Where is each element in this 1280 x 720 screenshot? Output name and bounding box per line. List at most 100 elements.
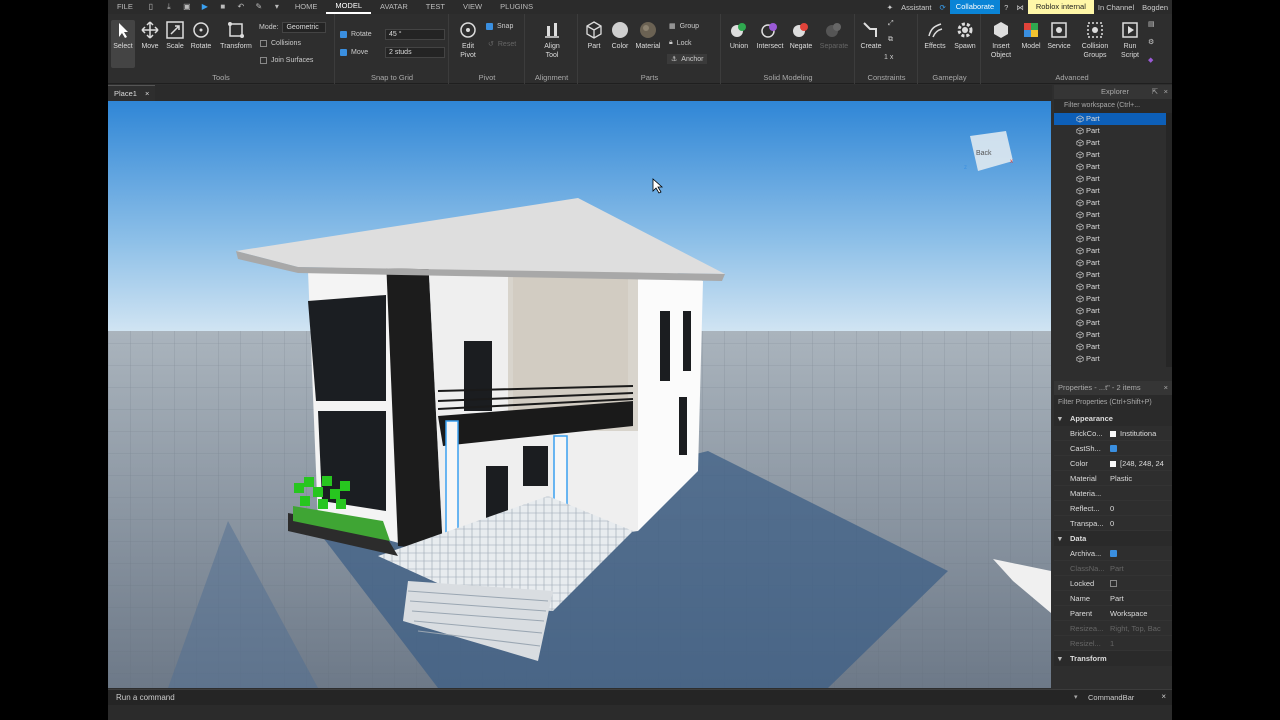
explorer-tree-item[interactable]: Part (1054, 257, 1172, 269)
property-row[interactable]: Material Plastic (1054, 471, 1172, 486)
3d-viewport[interactable]: Back x z (108, 101, 1051, 688)
channel-label[interactable]: In Channel (1094, 3, 1138, 12)
constraint-scale-value[interactable]: 1 x (884, 54, 893, 61)
effects-button[interactable]: Effects (921, 20, 949, 51)
snap-move-input[interactable]: 2 studs (385, 47, 445, 58)
pen-icon[interactable]: ✎ (254, 2, 264, 12)
property-value[interactable]: Right, Top, Bac (1106, 621, 1172, 635)
undo-icon[interactable]: ↶ (236, 2, 246, 12)
tab-avatar[interactable]: AVATAR (371, 0, 417, 14)
constraint-scale-row[interactable]: 1 x (884, 54, 893, 61)
property-row[interactable]: Resizel... 1 (1054, 636, 1172, 651)
explorer-tree-item[interactable]: Part (1054, 161, 1172, 173)
document-tab-place1[interactable]: Place1 × (108, 85, 156, 101)
explorer-tree-item[interactable]: Part (1054, 209, 1172, 221)
play-icon[interactable]: ▶ (200, 2, 210, 12)
property-row[interactable]: CastSh... (1054, 441, 1172, 456)
property-row[interactable]: Transpa... 0 (1054, 516, 1172, 531)
move-tool[interactable]: Move (137, 20, 163, 51)
snap-rotate-checkbox[interactable] (340, 31, 347, 38)
dropdown-icon[interactable]: ▾ (272, 2, 282, 12)
help-icon[interactable]: ? (1000, 3, 1012, 12)
property-value[interactable]: 0 (1106, 501, 1172, 515)
join-surfaces-row[interactable]: Join Surfaces (260, 57, 313, 64)
property-checkbox[interactable] (1110, 580, 1117, 587)
command-bar-close-icon[interactable]: × (1161, 692, 1166, 701)
property-value[interactable]: 1 (1106, 636, 1172, 650)
tab-test[interactable]: TEST (417, 0, 454, 14)
property-value[interactable] (1106, 486, 1172, 500)
explorer-tree-item[interactable]: Part (1054, 269, 1172, 281)
lock-row[interactable]: 🔒︎ Lock (669, 39, 692, 47)
property-row[interactable]: BrickCo... Institutiona (1054, 426, 1172, 441)
property-row[interactable]: Locked (1054, 576, 1172, 591)
explorer-tree-item[interactable]: Part (1054, 245, 1172, 257)
property-row[interactable]: ClassNa... Part (1054, 561, 1172, 576)
explorer-tree-item[interactable]: Part (1054, 113, 1172, 125)
open-file-icon[interactable]: ⤓ (164, 2, 174, 12)
run-script-button[interactable]: Run Script (1116, 20, 1144, 60)
property-value[interactable]: Workspace (1106, 606, 1172, 620)
snap-rotate-input[interactable]: 45 ° (385, 29, 445, 40)
property-value[interactable]: Part (1106, 591, 1172, 605)
property-value[interactable] (1106, 546, 1172, 560)
explorer-scrollbar[interactable] (1166, 113, 1172, 367)
property-value[interactable]: [248, 248, 24 (1106, 456, 1172, 470)
explorer-tree-item[interactable]: Part (1054, 293, 1172, 305)
align-tool-button[interactable]: Align Tool (538, 20, 566, 60)
data-section[interactable]: Data (1054, 531, 1172, 546)
property-row[interactable]: Color [248, 248, 24 (1054, 456, 1172, 471)
assistant-button[interactable]: Assistant (897, 3, 935, 12)
collision-groups-button[interactable]: Collision Groups (1078, 20, 1112, 60)
explorer-tree-item[interactable]: Part (1054, 233, 1172, 245)
properties-close-icon[interactable]: × (1164, 381, 1168, 395)
pivot-snap-row[interactable]: Snap (486, 23, 513, 30)
explorer-close-icon[interactable]: × (1164, 85, 1168, 99)
explorer-tree-item[interactable]: Part (1054, 317, 1172, 329)
snap-move-checkbox[interactable] (340, 49, 347, 56)
new-file-icon[interactable]: ▯ (146, 2, 156, 12)
advanced-extra-icon-3[interactable]: ◆ (1148, 56, 1153, 64)
explorer-tree-item[interactable]: Part (1054, 281, 1172, 293)
property-checkbox[interactable] (1110, 550, 1117, 557)
explorer-tree-item[interactable]: Part (1054, 341, 1172, 353)
explorer-tree-item[interactable]: Part (1054, 329, 1172, 341)
explorer-tree-item[interactable]: Part (1054, 125, 1172, 137)
transform-tool[interactable]: Transform (220, 20, 252, 51)
property-value[interactable]: Institutiona (1106, 426, 1172, 440)
property-row[interactable]: Archiva... (1054, 546, 1172, 561)
pivot-reset-row[interactable]: ↺ Reset (488, 40, 516, 49)
save-icon[interactable]: ▣ (182, 2, 192, 12)
command-input[interactable]: Run a command (116, 693, 175, 702)
share-icon[interactable]: ⋈ (1012, 3, 1028, 12)
file-menu[interactable]: FILE (108, 0, 142, 14)
anchor-row[interactable]: ⚓︎ Anchor (667, 54, 708, 64)
property-row[interactable]: Name Part (1054, 591, 1172, 606)
property-row[interactable]: Parent Workspace (1054, 606, 1172, 621)
constraint-details-icon[interactable]: ⤢ (888, 20, 894, 28)
pivot-snap-checkbox[interactable] (486, 23, 493, 30)
transform-section[interactable]: Transform (1054, 651, 1172, 666)
separate-button[interactable]: Separate (818, 20, 850, 51)
material-button[interactable]: Material (633, 20, 663, 51)
intersect-button[interactable]: Intersect (754, 20, 786, 51)
tab-home[interactable]: HOME (286, 0, 327, 14)
model-button[interactable]: Model (1018, 20, 1044, 51)
property-row[interactable]: Reflect... 0 (1054, 501, 1172, 516)
join-surfaces-checkbox[interactable] (260, 57, 267, 64)
assistant-icon[interactable]: ✦ (883, 3, 897, 12)
property-value[interactable]: 0 (1106, 516, 1172, 530)
advanced-extra-icon-1[interactable]: ▤ (1148, 20, 1155, 28)
explorer-tree-item[interactable]: Part (1054, 197, 1172, 209)
properties-filter[interactable]: Filter Properties (Ctrl+Shift+P) (1054, 395, 1172, 411)
mode-select[interactable]: Geometric (282, 22, 327, 33)
insert-object-button[interactable]: Insert Object (986, 20, 1016, 60)
collisions-row[interactable]: Collisions (260, 40, 301, 47)
negate-button[interactable]: Negate (788, 20, 814, 51)
group-row[interactable]: ▦ Group (669, 22, 699, 31)
scale-tool[interactable]: Scale (162, 20, 188, 51)
undock-icon[interactable]: ⇱ (1152, 85, 1158, 99)
create-constraint-button[interactable]: Create (858, 20, 884, 51)
stop-icon[interactable]: ■ (218, 2, 228, 12)
explorer-filter-input[interactable]: Filter workspace (Ctrl+... (1064, 102, 1140, 109)
